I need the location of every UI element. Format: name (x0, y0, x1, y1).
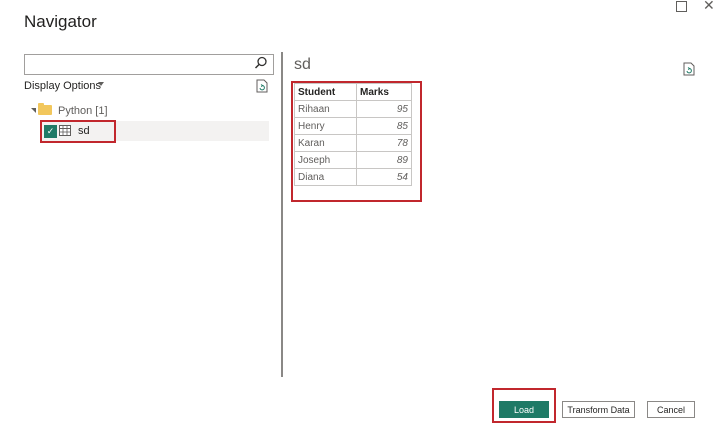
refresh-preview-icon[interactable] (683, 62, 695, 76)
panel-divider[interactable] (281, 52, 283, 377)
cancel-button[interactable]: Cancel (647, 401, 695, 418)
preview-title: sd (294, 56, 311, 73)
expand-triangle-icon[interactable] (31, 108, 36, 113)
display-options-dropdown[interactable]: Display Options (24, 80, 101, 92)
annotation-highlight-box (492, 388, 556, 423)
maximize-icon[interactable] (676, 1, 687, 12)
folder-icon (38, 105, 52, 115)
chevron-down-icon[interactable] (98, 82, 104, 86)
annotation-highlight-box (40, 120, 116, 143)
annotation-highlight-box (291, 81, 422, 202)
dialog-title: Navigator (24, 12, 97, 31)
search-icon[interactable] (253, 55, 269, 71)
search-input[interactable] (24, 54, 274, 75)
transform-data-button[interactable]: Transform Data (562, 401, 635, 418)
tree-source-python[interactable]: Python [1] (58, 105, 108, 117)
refresh-icon[interactable] (256, 79, 268, 93)
close-icon[interactable]: ✕ (703, 0, 715, 14)
